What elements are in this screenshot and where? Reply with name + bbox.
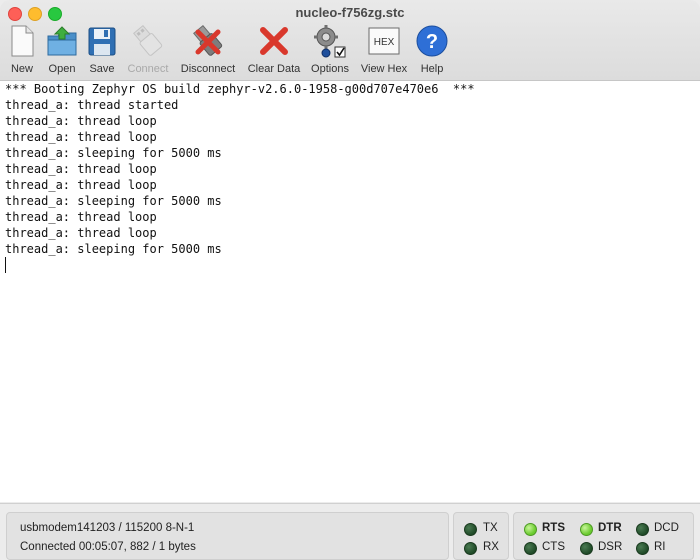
cts-label: CTS bbox=[542, 541, 565, 553]
clear-x-icon bbox=[260, 27, 288, 55]
help-label: Help bbox=[420, 63, 444, 75]
new-document-icon bbox=[11, 25, 34, 57]
help-icon: ? bbox=[416, 25, 448, 57]
signal-leds-panel: RTS CTS DTR DSR DCD RI bbox=[513, 512, 694, 560]
dcd-label: DCD bbox=[654, 522, 679, 534]
disconnect-label: Disconnect bbox=[180, 63, 236, 75]
disconnect-button[interactable]: Disconnect bbox=[180, 24, 236, 75]
terminal-line: *** Booting Zephyr OS build zephyr-v2.6.… bbox=[5, 82, 475, 96]
rx-led-icon bbox=[464, 542, 477, 555]
connect-label: Connect bbox=[127, 63, 169, 75]
save-button[interactable]: Save bbox=[86, 24, 118, 75]
tx-led-icon bbox=[464, 523, 477, 536]
disconnect-plug-icon bbox=[193, 24, 223, 56]
hex-icon: HEX bbox=[368, 27, 400, 55]
ri-label: RI bbox=[654, 541, 666, 553]
open-button[interactable]: Open bbox=[44, 24, 80, 75]
terminal-line: thread_a: thread loop bbox=[5, 162, 157, 176]
terminal-line: thread_a: sleeping for 5000 ms bbox=[5, 146, 222, 160]
svg-text:?: ? bbox=[426, 31, 438, 53]
terminal-lines: *** Booting Zephyr OS build zephyr-v2.6.… bbox=[0, 81, 700, 257]
connect-button[interactable]: Connect bbox=[125, 24, 171, 75]
dcd-led-icon bbox=[636, 523, 649, 536]
tx-label: TX bbox=[483, 522, 498, 534]
rts-label: RTS bbox=[542, 522, 565, 534]
open-folder-icon bbox=[47, 26, 77, 56]
terminal-line: thread_a: sleeping for 5000 ms bbox=[5, 242, 222, 256]
options-gear-icon bbox=[314, 25, 346, 58]
terminal-output[interactable]: *** Booting Zephyr OS build zephyr-v2.6.… bbox=[0, 81, 700, 502]
terminal-line: thread_a: thread started bbox=[5, 98, 179, 112]
rts-led-icon[interactable] bbox=[524, 523, 537, 536]
status-bar: usbmodem141203 / 115200 8-N-1 Connected … bbox=[0, 503, 700, 560]
ri-led-icon bbox=[636, 542, 649, 555]
connection-status: Connected 00:05:07, 882 / 1 bytes bbox=[20, 541, 196, 553]
options-label: Options bbox=[311, 63, 349, 75]
open-label: Open bbox=[48, 63, 76, 75]
options-button[interactable]: Options bbox=[308, 24, 352, 75]
save-label: Save bbox=[89, 63, 115, 75]
usb-plug-icon bbox=[133, 24, 163, 56]
view-hex-button[interactable]: HEX View Hex bbox=[358, 24, 410, 75]
terminal-line: thread_a: thread loop bbox=[5, 178, 157, 192]
dtr-label: DTR bbox=[598, 522, 622, 534]
dsr-label: DSR bbox=[598, 541, 623, 553]
cts-led-icon bbox=[524, 542, 537, 555]
dtr-led-icon[interactable] bbox=[580, 523, 593, 536]
connection-info-panel: usbmodem141203 / 115200 8-N-1 Connected … bbox=[6, 512, 449, 560]
window-title: nucleo-f756zg.stc bbox=[295, 5, 405, 20]
port-info: usbmodem141203 / 115200 8-N-1 bbox=[20, 522, 195, 534]
clear-data-label: Clear Data bbox=[247, 63, 301, 75]
data-leds-panel: TX RX bbox=[453, 512, 509, 560]
terminal-line: thread_a: sleeping for 5000 ms bbox=[5, 194, 222, 208]
help-button[interactable]: ? Help bbox=[415, 24, 449, 75]
new-label: New bbox=[10, 63, 33, 75]
save-floppy-icon bbox=[88, 27, 116, 56]
terminal-line: thread_a: thread loop bbox=[5, 130, 157, 144]
terminal-line: thread_a: thread loop bbox=[5, 226, 157, 240]
view-hex-label: View Hex bbox=[360, 63, 408, 75]
text-cursor bbox=[5, 257, 6, 273]
terminal-line: thread_a: thread loop bbox=[5, 114, 157, 128]
svg-text:HEX: HEX bbox=[374, 37, 395, 48]
titlebar: nucleo-f756zg.stc New Open Save Connect … bbox=[0, 0, 700, 81]
clear-data-button[interactable]: Clear Data bbox=[246, 24, 302, 75]
dsr-led-icon bbox=[580, 542, 593, 555]
terminal-line: thread_a: thread loop bbox=[5, 210, 157, 224]
new-button[interactable]: New bbox=[6, 24, 38, 75]
app-window: nucleo-f756zg.stc New Open Save Connect … bbox=[0, 0, 700, 560]
rx-label: RX bbox=[483, 541, 499, 553]
